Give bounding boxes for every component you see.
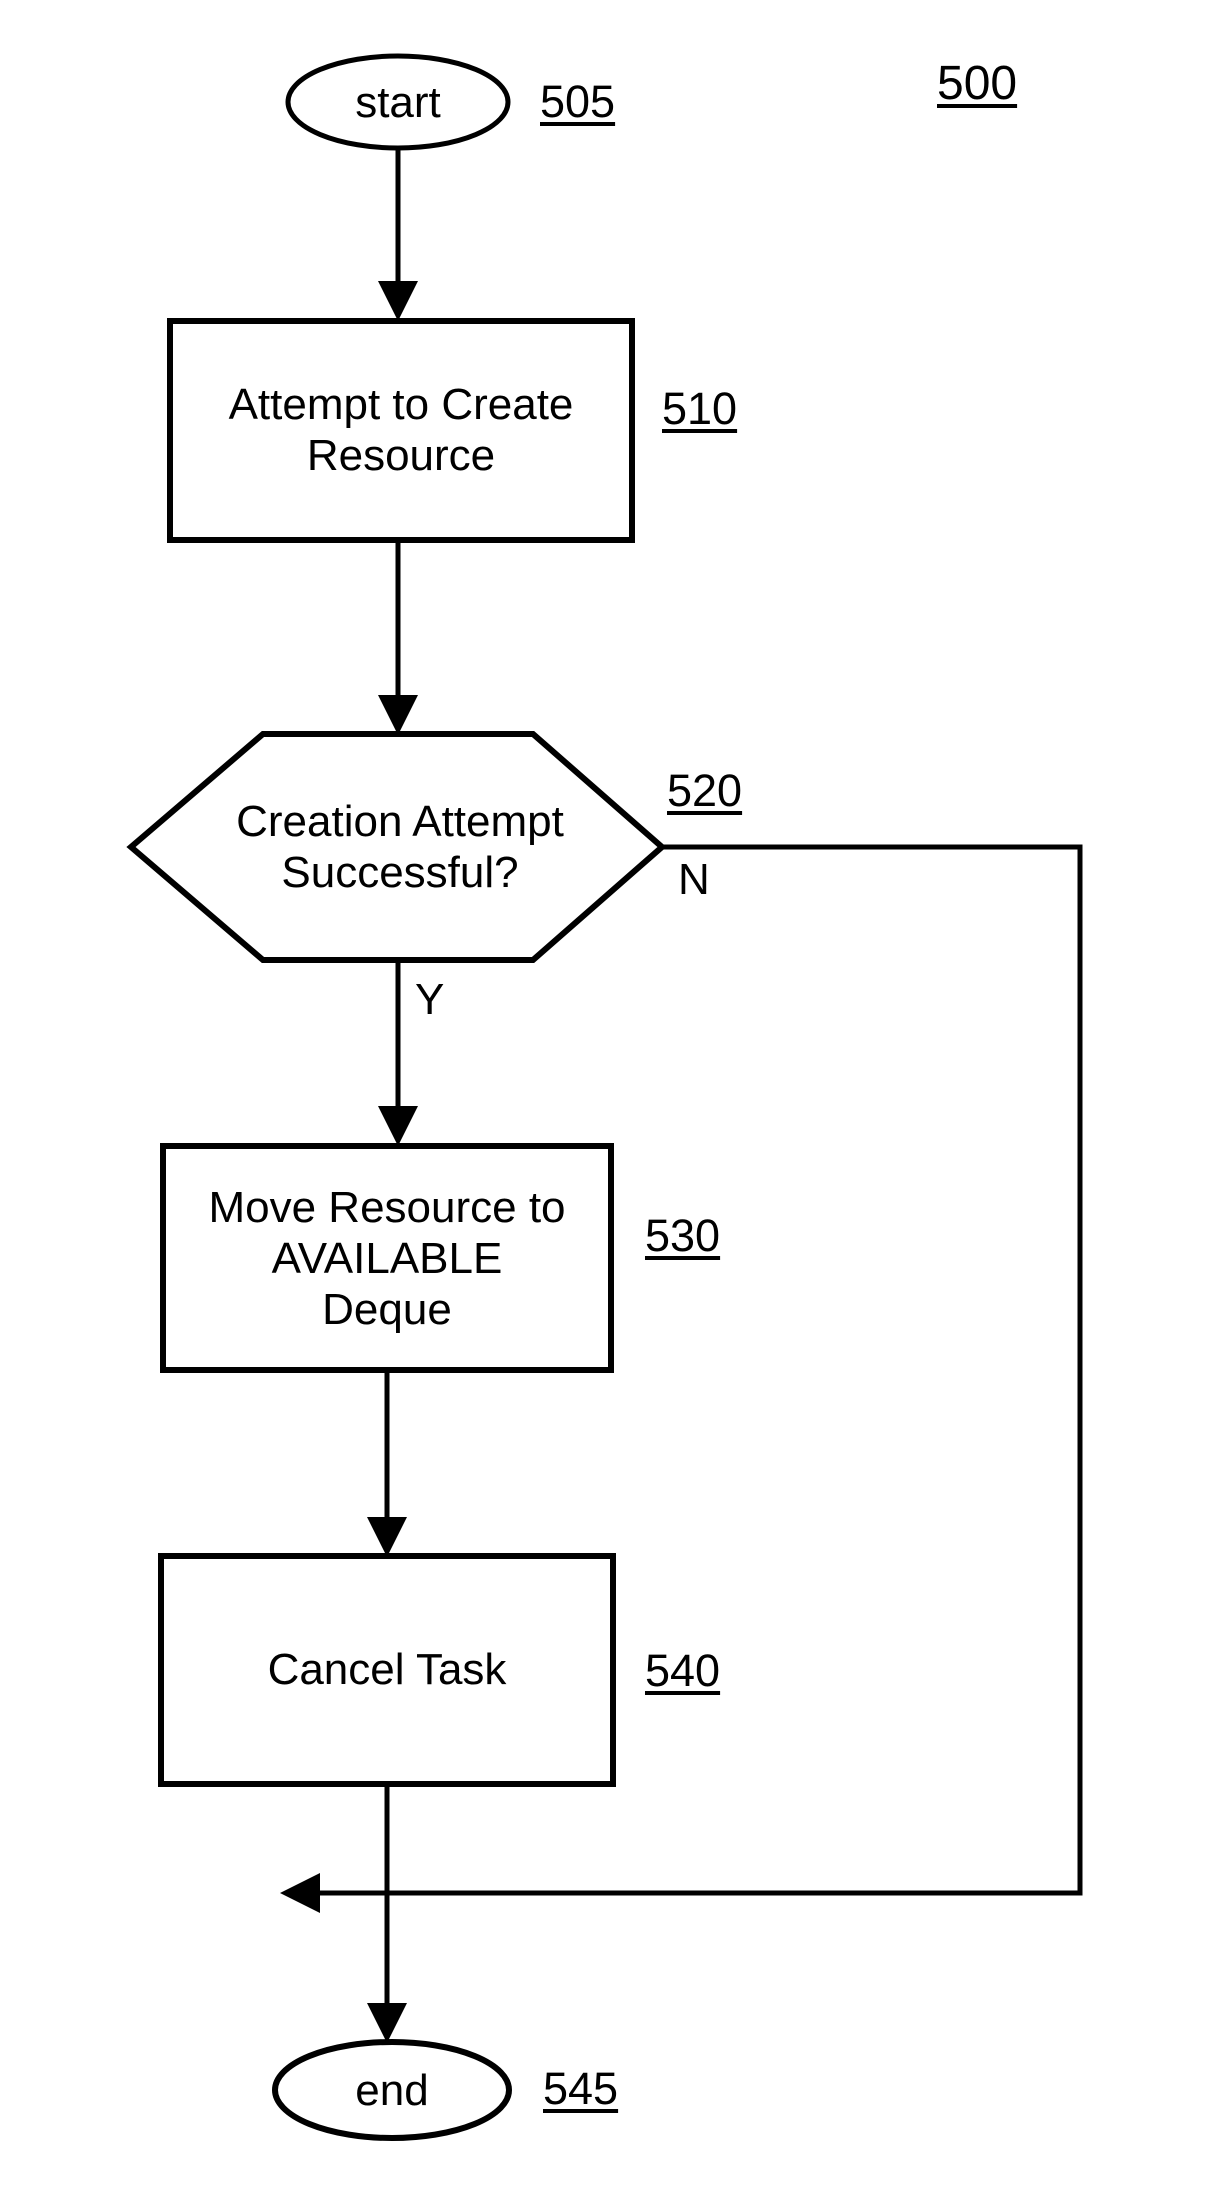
- move-node-ref: 530: [645, 1210, 721, 1261]
- start-node-ref: 505: [540, 76, 616, 127]
- decision-node-ref: 520: [667, 765, 743, 816]
- flowchart-figure: 500 start 505 Attempt to Create Resource…: [0, 0, 1225, 2201]
- decision-node-label: Creation Attempt Successful?: [236, 796, 564, 897]
- edge-label-yes: Y: [415, 975, 445, 1024]
- cancel-node-label: Cancel Task: [267, 1645, 507, 1695]
- move-node-label: Move Resource to AVAILABLE Deque: [208, 1182, 566, 1335]
- end-node-ref: 545: [543, 2063, 619, 2114]
- create-node-label: Attempt to Create Resource: [228, 379, 574, 480]
- flowchart-canvas: [126, 53, 1083, 2141]
- cancel-node-ref: 540: [645, 1645, 721, 1696]
- figure-number: 500: [937, 57, 1018, 110]
- edge-label-no: N: [678, 855, 710, 904]
- end-node-label: end: [355, 2066, 429, 2116]
- create-node-ref: 510: [662, 383, 738, 434]
- start-node-label: start: [355, 78, 441, 128]
